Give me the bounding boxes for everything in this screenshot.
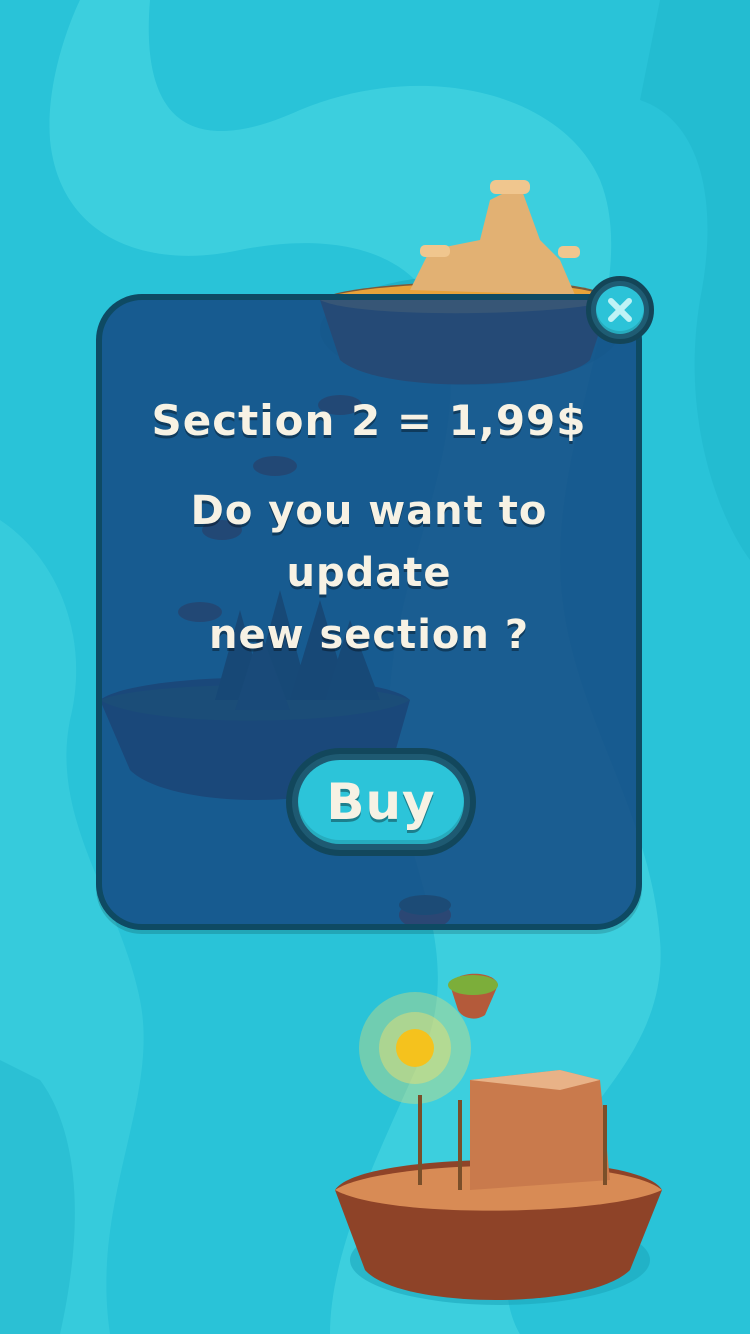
- close-icon: [608, 298, 632, 322]
- close-button[interactable]: [586, 276, 654, 344]
- close-button-face: [596, 286, 644, 334]
- buy-button[interactable]: Buy: [286, 748, 476, 856]
- question-line-2: new section ?: [208, 612, 530, 658]
- buy-label: Buy: [326, 773, 436, 831]
- update-question: Do you want to update new section ?: [110, 480, 628, 666]
- section-price: Section 2 = 1,99$: [151, 396, 587, 445]
- buy-button-face: Buy: [298, 760, 464, 844]
- question-line-1: Do you want to update: [190, 488, 548, 596]
- game-screen: Section 2 = 1,99$ Do you want to update …: [0, 0, 750, 1334]
